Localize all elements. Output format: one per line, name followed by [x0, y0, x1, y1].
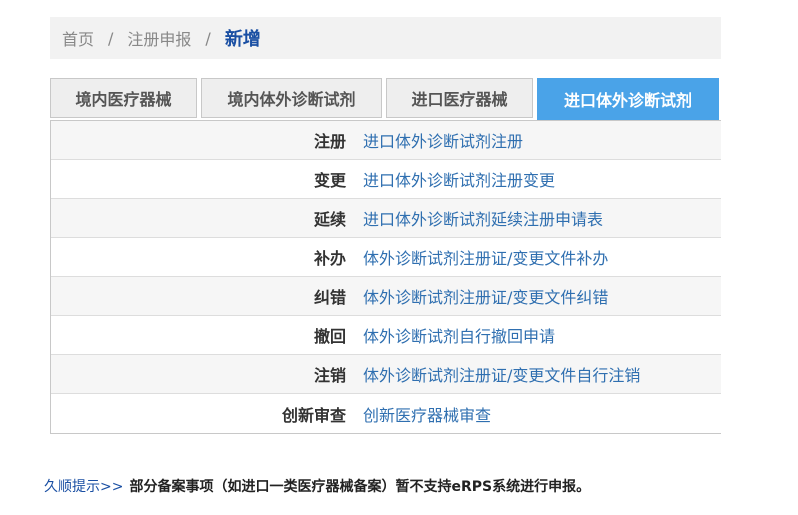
list-item: 变更 进口体外诊断试剂注册变更	[51, 160, 721, 199]
tab-domestic-ivd[interactable]: 境内体外诊断试剂	[201, 78, 382, 118]
breadcrumb-separator: /	[108, 28, 114, 48]
breadcrumb-section[interactable]: 注册申报	[127, 26, 191, 50]
list-item: 注销 体外诊断试剂注册证/变更文件自行注销	[51, 355, 721, 394]
notice-text: 部分备案事项（如进口一类医疗器械备案）暂不支持eRPS系统进行申报。	[129, 479, 591, 495]
item-link[interactable]: 进口体外诊断试剂注册变更	[363, 167, 555, 191]
item-label: 注销	[313, 366, 346, 385]
notice-label[interactable]: 久顺提示>>	[44, 476, 123, 496]
tab-domestic-device[interactable]: 境内医疗器械	[50, 78, 197, 118]
item-link[interactable]: 进口体外诊断试剂注册	[363, 128, 523, 152]
item-label: 创新审查	[281, 405, 346, 425]
item-label: 补办	[313, 249, 346, 268]
list-item: 注册 进口体外诊断试剂注册	[51, 121, 721, 160]
tab-import-device[interactable]: 进口医疗器械	[386, 78, 533, 118]
item-label: 纠错	[313, 288, 346, 307]
item-label: 延续	[313, 210, 346, 229]
breadcrumb-separator: /	[205, 28, 211, 48]
list-item: 补办 体外诊断试剂注册证/变更文件补办	[51, 238, 721, 277]
breadcrumb-current: 新增	[224, 29, 261, 50]
item-link[interactable]: 体外诊断试剂自行撤回申请	[363, 323, 555, 347]
list-item: 创新审查 创新医疗器械审查	[51, 394, 721, 433]
breadcrumb-home[interactable]: 首页	[62, 26, 94, 50]
application-list: 注册 进口体外诊断试剂注册 变更 进口体外诊断试剂注册变更 延续 进口体外诊断试…	[50, 120, 721, 434]
item-link[interactable]: 体外诊断试剂注册证/变更文件纠错	[363, 284, 608, 308]
category-tabs: 境内医疗器械 境内体外诊断试剂 进口医疗器械 进口体外诊断试剂	[50, 78, 721, 120]
list-item: 纠错 体外诊断试剂注册证/变更文件纠错	[51, 277, 721, 316]
list-item: 撤回 体外诊断试剂自行撤回申请	[51, 316, 721, 355]
item-link[interactable]: 体外诊断试剂注册证/变更文件自行注销	[363, 362, 640, 386]
breadcrumb: 首页 / 注册申报 / 新增	[50, 17, 721, 59]
item-label: 注册	[313, 132, 346, 151]
item-label: 撤回	[313, 327, 346, 346]
tab-import-ivd[interactable]: 进口体外诊断试剂	[537, 78, 719, 120]
list-item: 延续 进口体外诊断试剂延续注册申请表	[51, 199, 721, 238]
item-link[interactable]: 体外诊断试剂注册证/变更文件补办	[363, 245, 608, 269]
notice: 久顺提示>> 部分备案事项（如进口一类医疗器械备案）暂不支持eRPS系统进行申报…	[44, 476, 590, 496]
item-label: 变更	[313, 171, 346, 190]
item-link[interactable]: 进口体外诊断试剂延续注册申请表	[363, 206, 603, 230]
item-link[interactable]: 创新医疗器械审查	[363, 402, 491, 426]
